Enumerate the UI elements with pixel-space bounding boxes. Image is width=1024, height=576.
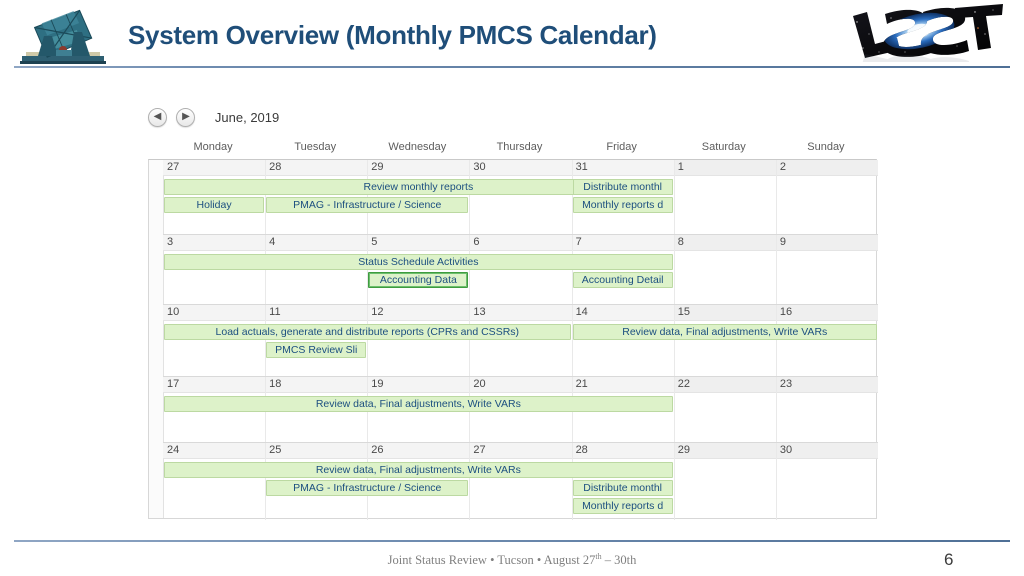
day-number[interactable]: 10 (163, 306, 179, 318)
day-number[interactable]: 7 (572, 236, 582, 248)
telescope-icon (16, 6, 110, 68)
column-separator (674, 235, 675, 304)
slide-number: 6 (944, 550, 953, 570)
column-separator (572, 305, 573, 376)
pmcs-calendar: ◀ ▶ June, 2019 MondayTuesdayWednesdayThu… (148, 108, 878, 520)
day-number[interactable]: 1 (674, 161, 684, 173)
weekday-header-row: MondayTuesdayWednesdayThursdayFridaySatu… (148, 141, 878, 157)
weekday-label-wednesday: Wednesday (366, 141, 468, 153)
calendar-event[interactable]: Monthly reports d (573, 498, 673, 514)
calendar-week-row: 10 11 12 13 14 15 16 Load actuals, generate and… (163, 304, 878, 376)
calendar-event[interactable]: Distribute monthl (573, 179, 673, 195)
day-number[interactable]: 16 (776, 306, 792, 318)
weekday-label-friday: Friday (571, 141, 673, 153)
calendar-week-row: 272829303112Review monthly reportsDistri… (163, 160, 878, 234)
calendar-event[interactable]: PMCS Review Sli (266, 342, 366, 358)
day-number[interactable]: 5 (367, 236, 377, 248)
day-number[interactable]: 25 (265, 444, 281, 456)
day-number[interactable]: 13 (469, 306, 485, 318)
column-separator (265, 305, 266, 376)
lsst-logo (845, 4, 1005, 62)
page-title: System Overview (Monthly PMCS Calendar) (128, 20, 657, 51)
slide-header: System Overview (Monthly PMCS Calendar) (0, 0, 1024, 72)
calendar-event[interactable]: Review data, Final adjustments, Write VA… (164, 396, 673, 412)
day-number[interactable]: 15 (674, 306, 690, 318)
footer-divider (14, 540, 1010, 542)
weekday-label-thursday: Thursday (468, 141, 570, 153)
day-number[interactable]: 30 (469, 161, 485, 173)
day-number[interactable]: 28 (572, 444, 588, 456)
day-number[interactable]: 2 (776, 161, 786, 173)
day-number[interactable]: 4 (265, 236, 275, 248)
day-number[interactable]: 14 (572, 306, 588, 318)
day-number[interactable]: 20 (469, 378, 485, 390)
header-divider (14, 66, 1010, 68)
day-number[interactable]: 3 (163, 236, 173, 248)
calendar-event[interactable]: Distribute monthl (573, 480, 673, 496)
calendar-month-label: June, 2019 (215, 110, 279, 125)
next-month-button[interactable]: ▶ (176, 108, 195, 127)
day-number[interactable]: 30 (776, 444, 792, 456)
arrow-right-icon: ▶ (177, 109, 194, 126)
footer-text-after: – 30th (602, 553, 637, 567)
column-separator (674, 377, 675, 442)
column-separator (469, 443, 470, 520)
calendar-event[interactable]: Load actuals, generate and distribute re… (164, 324, 571, 340)
arrow-left-icon: ◀ (149, 109, 166, 126)
weekday-label-tuesday: Tuesday (264, 141, 366, 153)
day-number[interactable]: 27 (469, 444, 485, 456)
column-separator (776, 305, 777, 376)
calendar-event[interactable]: PMAG - Infrastructure / Science (266, 480, 468, 496)
calendar-event[interactable]: Review data, Final adjustments, Write VA… (164, 462, 673, 478)
day-number[interactable]: 8 (674, 236, 684, 248)
calendar-event[interactable]: Monthly reports d (573, 197, 673, 213)
day-number[interactable]: 12 (367, 306, 383, 318)
column-separator (776, 443, 777, 520)
column-separator (469, 305, 470, 376)
day-number[interactable]: 23 (776, 378, 792, 390)
calendar-event[interactable]: Status Schedule Activities (164, 254, 673, 270)
day-number[interactable]: 18 (265, 378, 281, 390)
prev-month-button[interactable]: ◀ (148, 108, 167, 127)
column-separator (776, 377, 777, 442)
weekday-label-monday: Monday (162, 141, 264, 153)
column-separator (469, 160, 470, 234)
day-number[interactable]: 6 (469, 236, 479, 248)
calendar-event[interactable]: Review data, Final adjustments, Write VA… (573, 324, 877, 340)
column-separator (776, 160, 777, 234)
weekday-label-saturday: Saturday (673, 141, 775, 153)
day-number[interactable]: 28 (265, 161, 281, 173)
calendar-gutter (149, 160, 164, 518)
calendar-week-row: 17 18 19 20 21 22 23 Review data, Final adjustm… (163, 376, 878, 442)
day-number[interactable]: 19 (367, 378, 383, 390)
column-separator (776, 235, 777, 304)
day-number[interactable]: 21 (572, 378, 588, 390)
column-separator (674, 443, 675, 520)
calendar-event[interactable]: Holiday (164, 197, 264, 213)
weekday-label-sunday: Sunday (775, 141, 877, 153)
day-number[interactable]: 24 (163, 444, 179, 456)
footer-text: Joint Status Review • Tucson • August 27… (0, 552, 1024, 568)
calendar-grid: 272829303112Review monthly reportsDistri… (148, 159, 877, 519)
day-number[interactable]: 22 (674, 378, 690, 390)
calendar-event[interactable]: PMAG - Infrastructure / Science (266, 197, 468, 213)
day-number[interactable]: 17 (163, 378, 179, 390)
calendar-event[interactable]: Accounting Detail (573, 272, 673, 288)
day-number[interactable]: 11 (265, 306, 280, 318)
day-number[interactable]: 31 (572, 161, 588, 173)
calendar-toolbar: ◀ ▶ June, 2019 (148, 108, 279, 134)
column-separator (674, 160, 675, 234)
column-separator (674, 305, 675, 376)
calendar-event[interactable]: Accounting Data (368, 272, 468, 288)
footer-text-before: Joint Status Review • Tucson • August 27 (388, 553, 596, 567)
day-number[interactable]: 29 (674, 444, 690, 456)
day-number[interactable]: 26 (367, 444, 383, 456)
day-number[interactable]: 29 (367, 161, 383, 173)
day-number[interactable]: 9 (776, 236, 786, 248)
calendar-week-row: 24 25 26 27 28 29 30 Review data, Final adjustm… (163, 442, 878, 520)
column-separator (367, 305, 368, 376)
calendar-week-row: 3 4 5 6 7 8 9 Status Schedule Activities Account… (163, 234, 878, 304)
day-number[interactable]: 27 (163, 161, 179, 173)
